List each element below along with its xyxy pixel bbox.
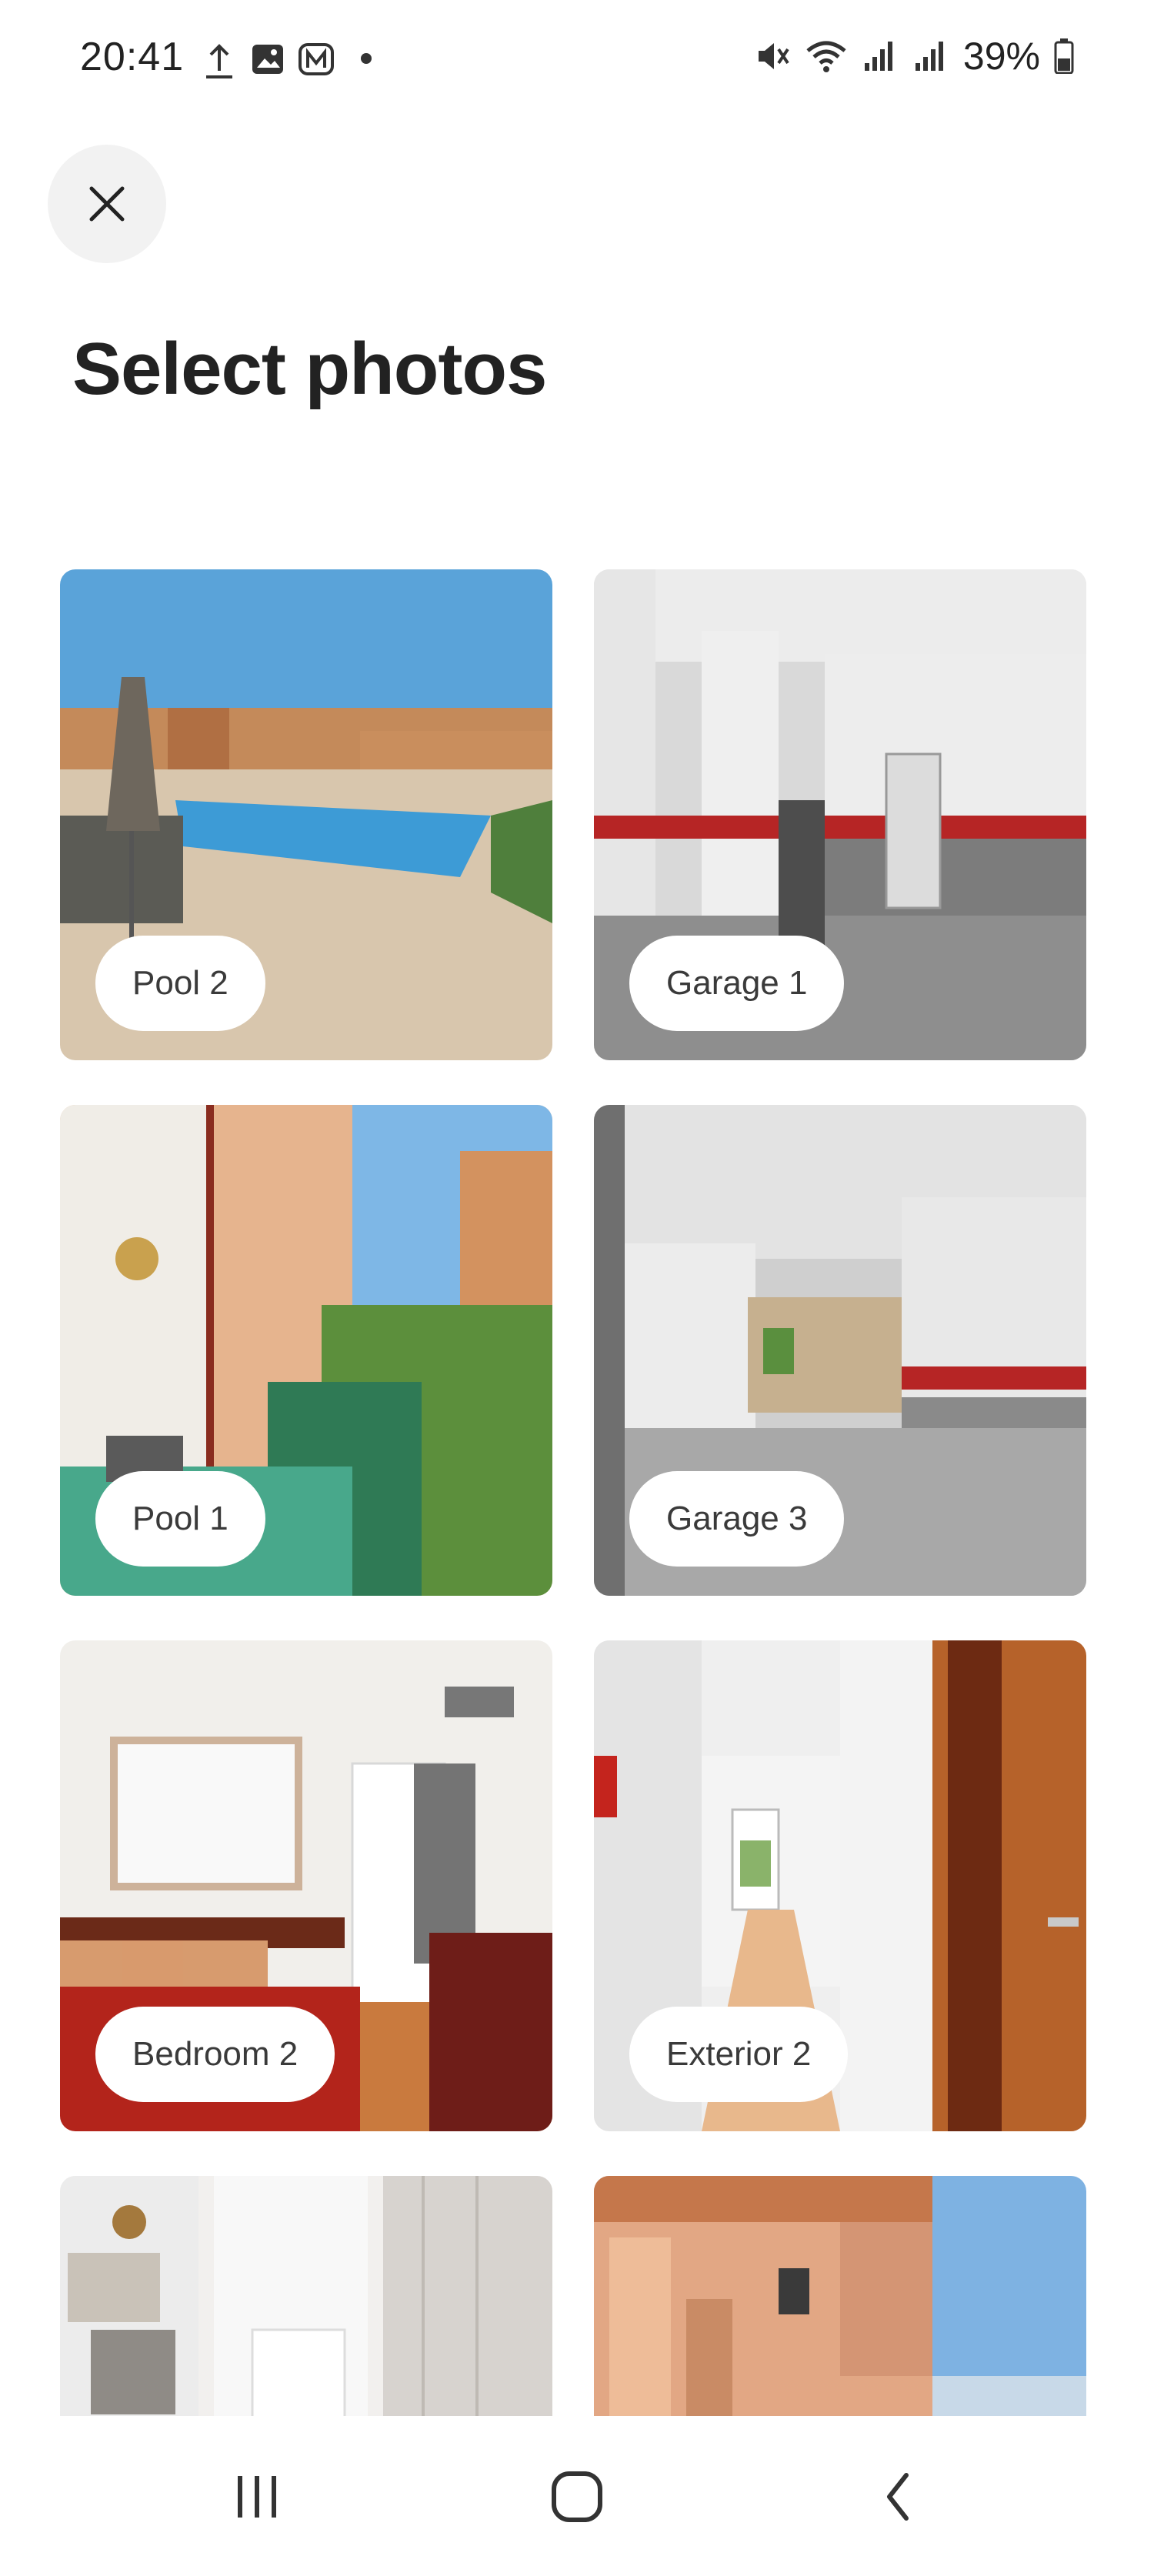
recents-button[interactable] <box>195 2447 319 2547</box>
photo-grid: Pool 2 Garage 1 Pool 1 Garage 3 Bedroom … <box>0 0 1154 2416</box>
photo-tile[interactable]: Exterior 2 <box>594 1640 1086 2131</box>
recents-icon <box>238 2476 276 2518</box>
photo-tile[interactable]: Garage 3 <box>594 1105 1086 1596</box>
navigation-bar <box>0 2416 1154 2576</box>
photo-tile[interactable]: Bedroom 2 <box>60 1640 552 2131</box>
back-button[interactable] <box>837 2447 960 2547</box>
photo-tile[interactable]: Pool 2 <box>60 569 552 1060</box>
photo-tile[interactable] <box>60 2176 552 2416</box>
photo-label: Exterior 2 <box>629 2007 849 2102</box>
back-icon <box>887 2473 909 2521</box>
building-photo <box>594 2176 1086 2416</box>
photo-label: Garage 3 <box>629 1471 845 1567</box>
photo-label: Pool 2 <box>95 936 265 1031</box>
photo-tile[interactable]: Pool 1 <box>60 1105 552 1596</box>
photo-label: Bedroom 2 <box>95 2007 335 2102</box>
home-button[interactable] <box>515 2447 639 2547</box>
photo-tile[interactable] <box>594 2176 1086 2416</box>
photo-label: Garage 1 <box>629 936 845 1031</box>
photo-tile[interactable]: Garage 1 <box>594 569 1086 1060</box>
home-icon <box>552 2471 602 2522</box>
photo-label: Pool 1 <box>95 1471 265 1567</box>
hallway-photo <box>60 2176 552 2416</box>
